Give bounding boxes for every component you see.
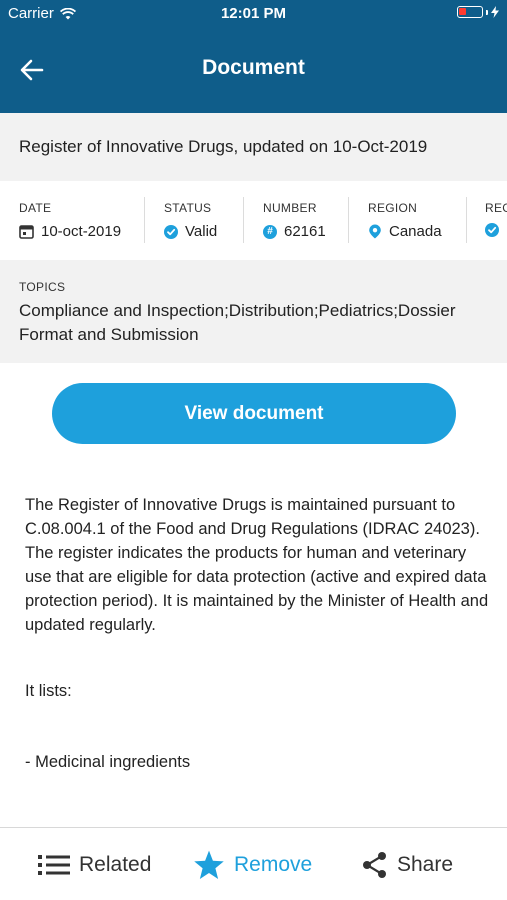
star-icon [194, 850, 224, 879]
check-circle-icon [485, 223, 499, 237]
page-title: Document [202, 56, 305, 79]
battery-indicator [457, 6, 499, 18]
meta-number-label: NUMBER [263, 201, 317, 215]
check-circle-icon [164, 224, 178, 239]
document-title: Register of Innovative Drugs, updated on… [0, 113, 507, 181]
divider [348, 197, 349, 243]
meta-next-partial: REG [485, 181, 507, 260]
meta-number-value: 62161 [284, 223, 326, 240]
battery-icon [457, 6, 483, 18]
meta-region-label: REGION [368, 201, 418, 215]
view-document-button[interactable]: View document [52, 383, 456, 444]
share-icon [363, 852, 386, 878]
nav-bar: Document [0, 40, 507, 100]
topics-section: TOPICS Compliance and Inspection;Distrib… [0, 260, 507, 363]
topics-label: TOPICS [19, 280, 66, 294]
calendar-icon [19, 225, 34, 239]
share-label: Share [397, 853, 454, 876]
meta-date: DATE 10-oct-2019 [19, 181, 121, 260]
meta-status-value: Valid [185, 223, 218, 240]
metadata-row[interactable]: DATE 10-oct-2019 STATUS Valid NUMBER # 6… [0, 181, 507, 260]
meta-region-value: Canada [389, 223, 442, 240]
divider [243, 197, 244, 243]
charging-bolt-icon [491, 6, 499, 18]
lists-intro: It lists: [25, 682, 72, 700]
clock: 12:01 PM [220, 5, 287, 22]
meta-status-label: STATUS [164, 201, 212, 215]
divider [466, 197, 467, 243]
remove-label: Remove [234, 853, 313, 876]
meta-next-label: REG [485, 201, 507, 215]
location-pin-icon [369, 224, 381, 239]
share-button[interactable]: Share [362, 849, 453, 881]
meta-number: NUMBER # 62161 [263, 181, 326, 260]
app-header: Carrier 12:01 PM Document [0, 0, 507, 113]
related-button[interactable]: Related [38, 849, 151, 881]
topics-value: Compliance and Inspection;Distribution;P… [19, 301, 456, 344]
list-item: - Medicinal ingredients [25, 753, 191, 771]
hash-circle-icon: # [263, 224, 277, 239]
related-label: Related [79, 853, 152, 876]
list-icon [38, 855, 70, 875]
document-description: The Register of Innovative Drugs is main… [25, 496, 489, 634]
bottom-action-bar: Related Remove Share [0, 827, 507, 900]
meta-region: REGION Canada [368, 181, 442, 260]
divider [144, 197, 145, 243]
meta-status: STATUS Valid [164, 181, 217, 260]
status-bar: Carrier 12:01 PM [0, 0, 507, 28]
meta-date-value: 10-oct-2019 [41, 223, 122, 240]
meta-date-label: DATE [19, 201, 52, 215]
remove-button[interactable]: Remove [193, 849, 312, 881]
